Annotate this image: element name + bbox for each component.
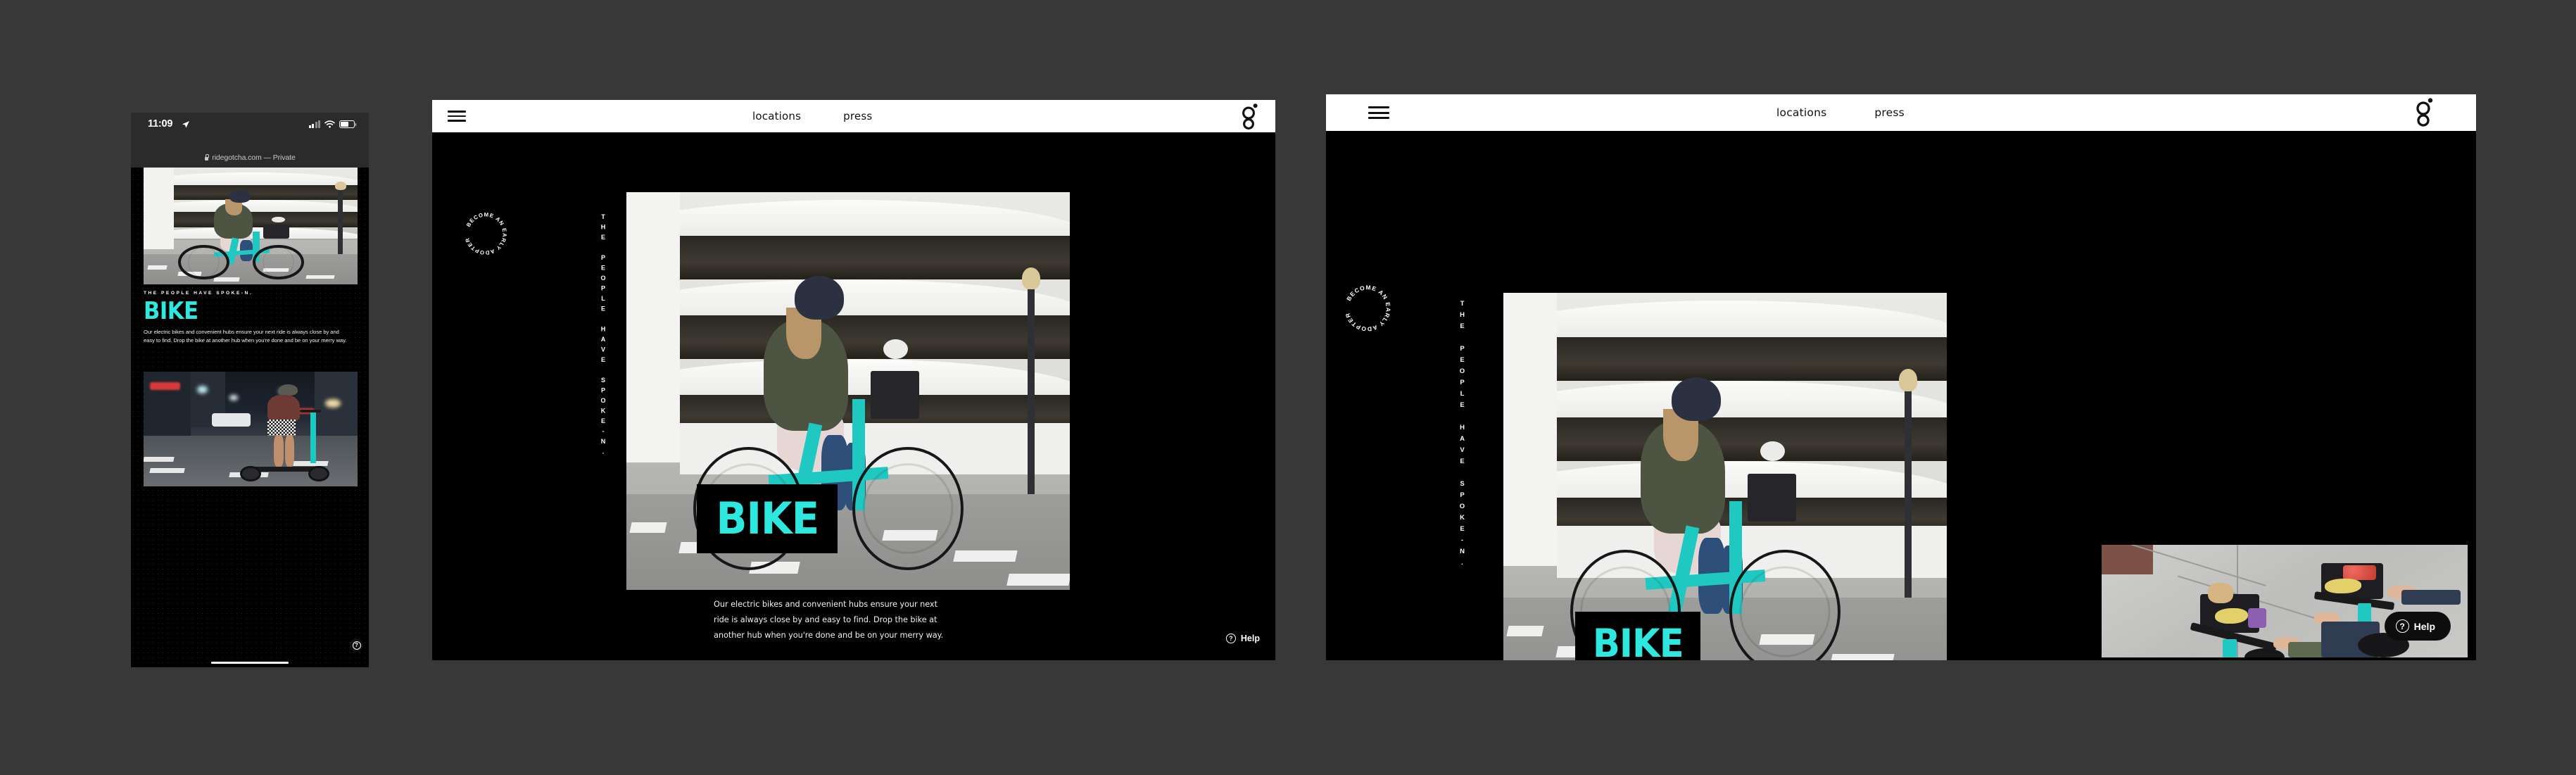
mobile-secondary-photo [144, 372, 358, 486]
mobile-body-text: Our electric bikes and convenient hubs e… [144, 329, 347, 344]
gotcha-double-ring-logo[interactable] [2413, 97, 2435, 127]
help-label: Help [1240, 634, 1260, 643]
question-circle-icon: ? [2395, 619, 2409, 633]
desktop-heading: BIKE [1592, 621, 1684, 660]
hamburger-menu-icon[interactable] [1368, 106, 1389, 119]
mobile-status-bar: 11:09 [131, 113, 369, 149]
badge-text: BECOME AN EARLY ADOPTER [1344, 284, 1391, 333]
desktop-nav: locations press [1776, 106, 1905, 119]
early-adopter-badge[interactable]: BECOME AN EARLY ADOPTER [462, 210, 510, 258]
screenshot-stage: 11:09 ridegotcha.com — Private THE PEOPL… [0, 0, 2576, 775]
gotcha-double-ring-logo[interactable] [1239, 103, 1260, 130]
desktop-secondary-photo [2102, 545, 2468, 657]
tablet-body-text: Our electric bikes and convenient hubs e… [714, 600, 944, 641]
tablet-page-body: BECOME AN EARLY ADOPTER THE PEOPLE HAVE … [432, 132, 1275, 660]
lock-icon [204, 154, 210, 160]
desktop-vertical-eyebrow: THE PEOPLE HAVE SPOKE-N. [1458, 300, 1466, 570]
question-circle-icon: ? [352, 641, 361, 650]
nav-link-press[interactable]: press [843, 110, 872, 122]
tablet-preview-panel: locations press BECOME AN EARLY ADOPTER … [432, 100, 1275, 660]
tablet-hero-photo [626, 192, 1070, 590]
tablet-help-button[interactable]: ? Help [1225, 634, 1260, 643]
tablet-nav: locations press [752, 110, 872, 122]
tablet-site-header: locations press [432, 100, 1275, 132]
desktop-site-header: locations press [1326, 94, 2476, 131]
location-arrow-icon [182, 121, 189, 128]
home-indicator [211, 661, 289, 664]
mobile-heading: BIKE [144, 297, 198, 325]
battery-icon [339, 120, 357, 128]
url-text: ridegotcha.com — Private [212, 153, 296, 162]
mobile-hero-photo [144, 168, 358, 284]
tablet-heading-box: BIKE [697, 484, 838, 553]
status-system-icons [308, 120, 357, 128]
mobile-help-button[interactable]: ? [350, 638, 363, 652]
mobile-url-bar[interactable]: ridegotcha.com — Private [131, 149, 369, 168]
wifi-icon [324, 120, 335, 128]
nav-link-locations[interactable]: locations [1776, 106, 1826, 119]
cellular-signal-icon [308, 120, 320, 128]
early-adopter-badge[interactable]: BECOME AN EARLY ADOPTER [1341, 282, 1394, 334]
status-time: 11:09 [148, 118, 173, 130]
mobile-eyebrow: THE PEOPLE HAVE SPOKE-N. [144, 291, 253, 296]
desktop-hero-photo [1503, 293, 1947, 660]
mobile-page-content: THE PEOPLE HAVE SPOKE-N. BIKE Our electr… [131, 168, 369, 667]
svg-text:BECOME AN EARLY ADOPTER: BECOME AN EARLY ADOPTER [1344, 284, 1392, 333]
mobile-preview-panel: 11:09 ridegotcha.com — Private THE PEOPL… [131, 113, 369, 667]
svg-text:BECOME AN EARLY ADOPTER: BECOME AN EARLY ADOPTER [464, 211, 508, 256]
badge-text: BECOME AN EARLY ADOPTER [464, 211, 507, 256]
desktop-help-button[interactable]: ? Help [2384, 612, 2451, 641]
desktop-heading-box: BIKE [1575, 612, 1700, 660]
hamburger-menu-icon[interactable] [448, 111, 466, 122]
question-circle-icon: ? [1225, 634, 1236, 643]
nav-link-press[interactable]: press [1874, 106, 1905, 119]
help-label: Help [2413, 620, 2435, 632]
desktop-preview-panel: locations press BECOME AN EARLY ADOPTER … [1326, 94, 2476, 660]
tablet-heading: BIKE [716, 493, 819, 545]
tablet-vertical-eyebrow: THE PEOPLE HAVE SPOKE-N. [600, 213, 607, 458]
desktop-page-body: BECOME AN EARLY ADOPTER THE PEOPLE HAVE … [1326, 131, 2476, 660]
nav-link-locations[interactable]: locations [752, 110, 801, 122]
